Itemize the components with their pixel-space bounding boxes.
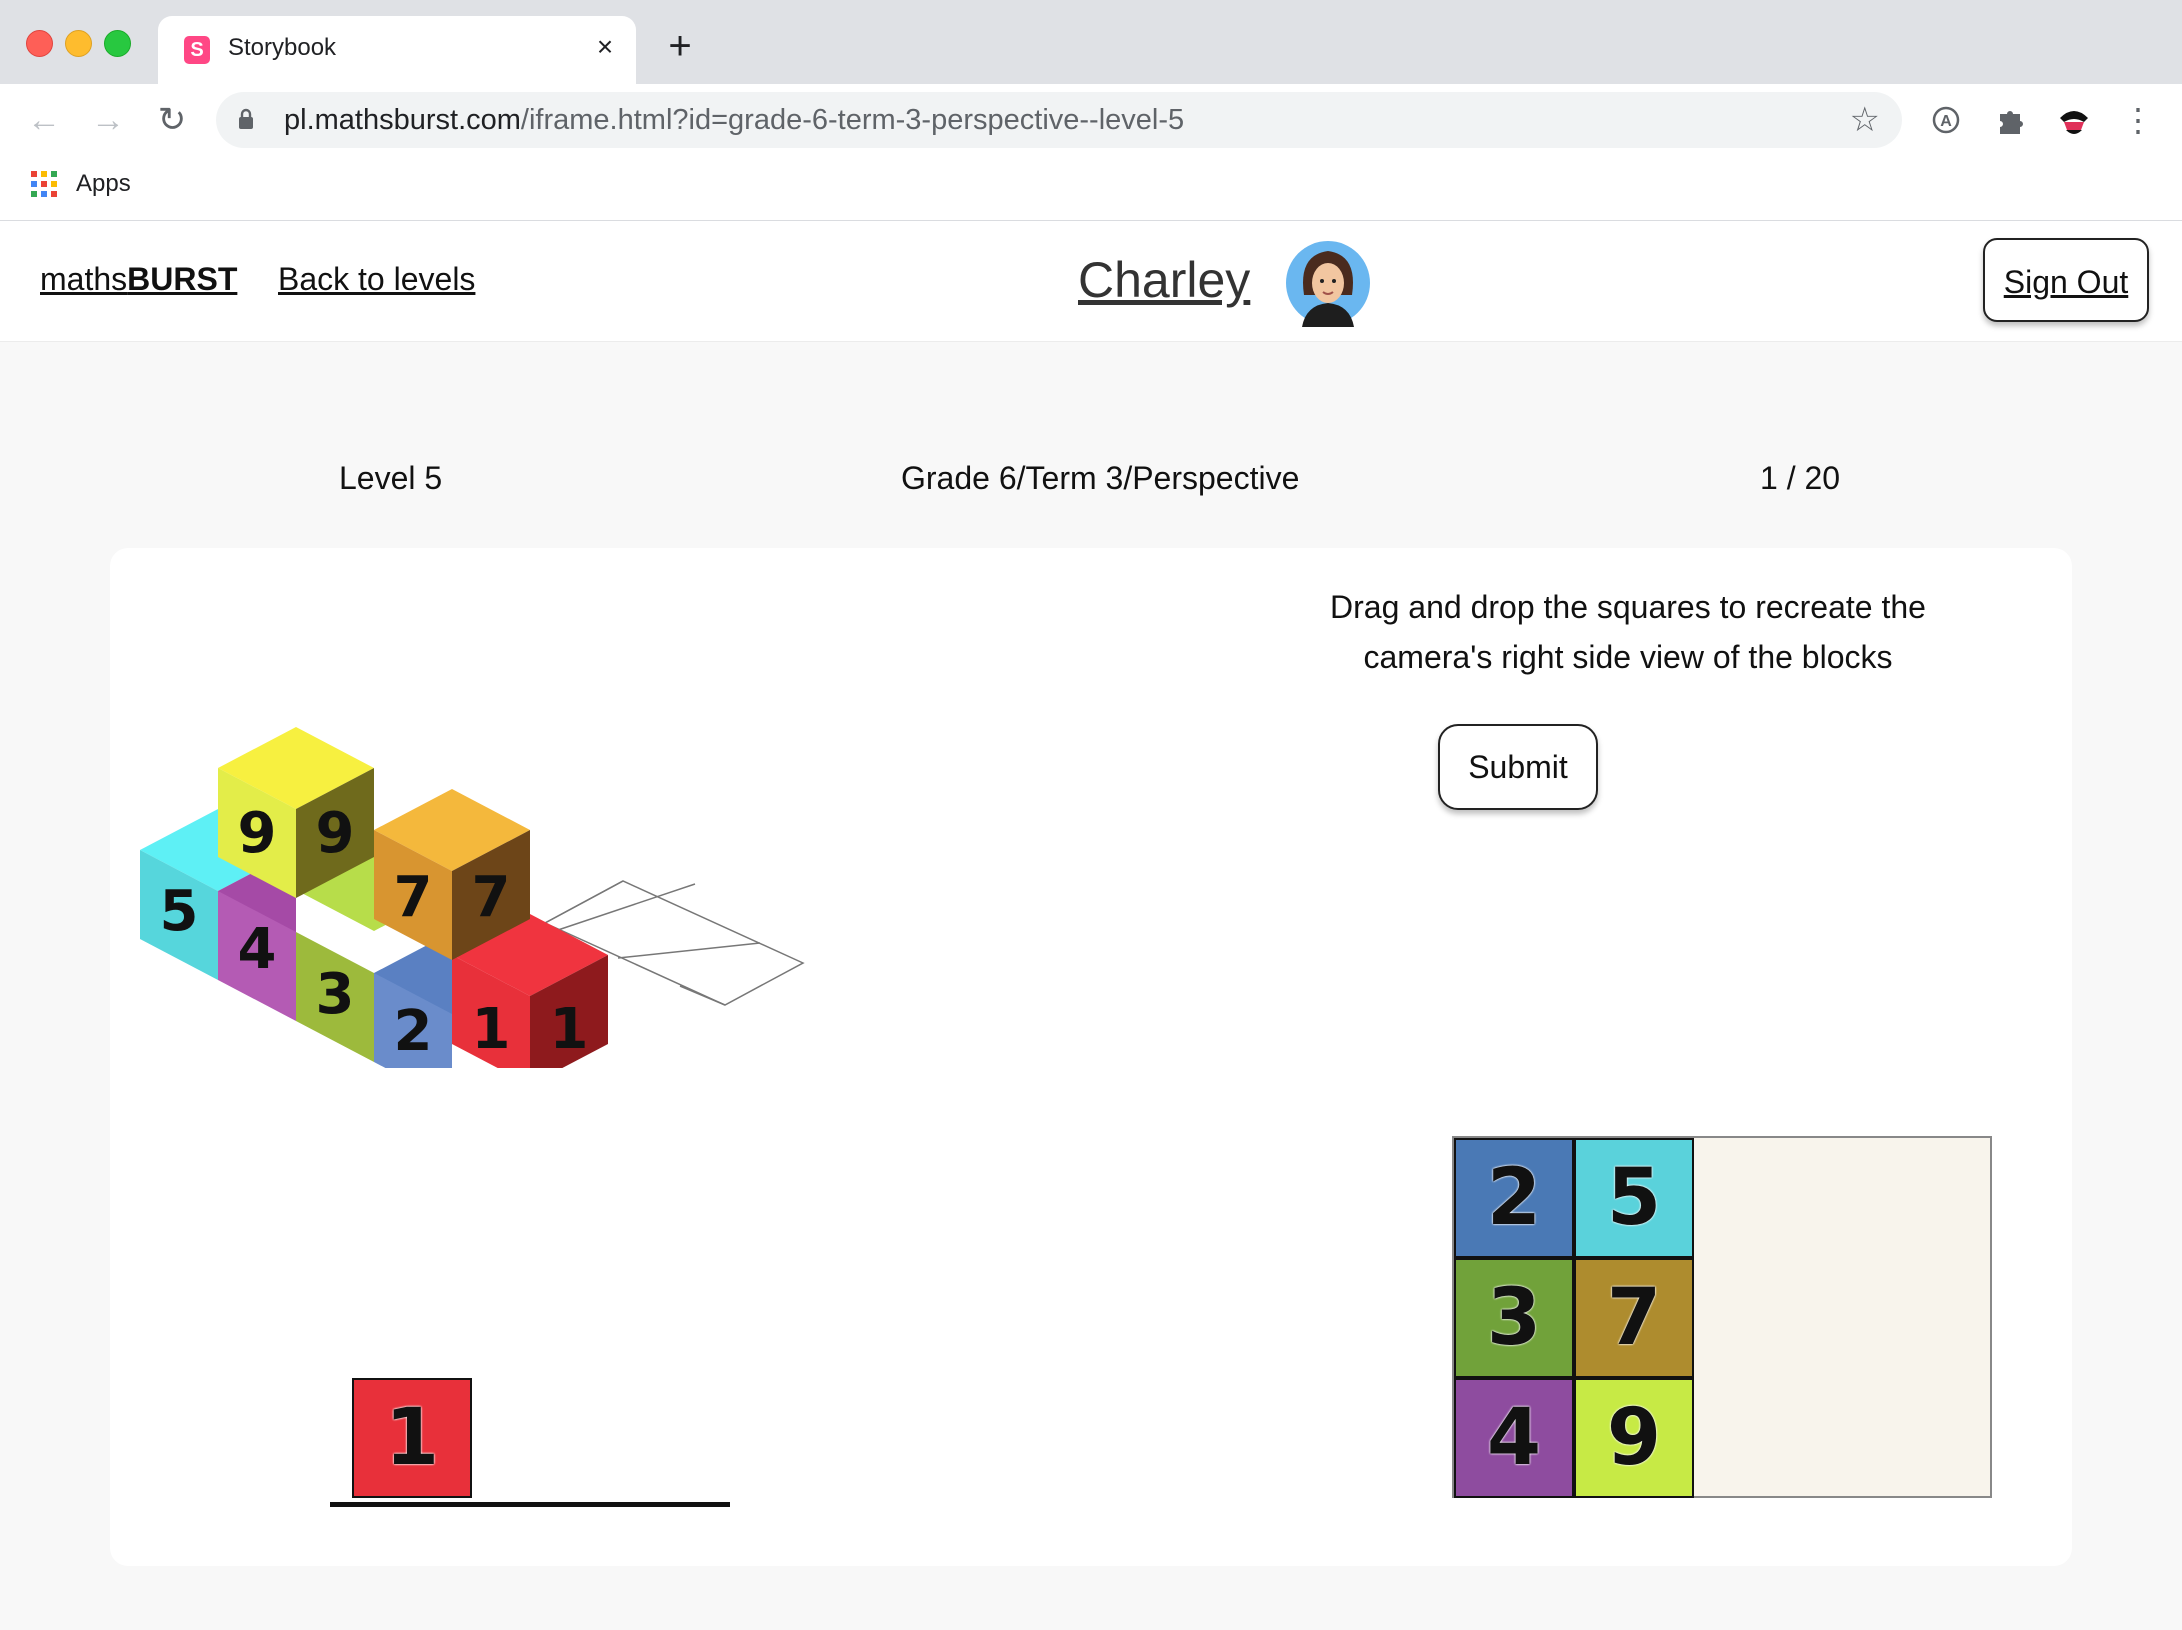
profile-avatar-icon[interactable] bbox=[2052, 98, 2096, 142]
back-arrow-icon[interactable]: ← bbox=[24, 100, 64, 140]
question-progress: 1 / 20 bbox=[1760, 460, 1841, 496]
storybook-favicon-icon: S bbox=[184, 36, 210, 64]
tile-palette[interactable]: 2 5 3 7 4 9 bbox=[1452, 1136, 1992, 1498]
bookmark-star-icon[interactable]: ☆ bbox=[1850, 100, 1880, 140]
bookmark-apps-label[interactable]: Apps bbox=[76, 170, 131, 198]
url-text: pl.mathsburst.com/iframe.html?id=grade-6… bbox=[284, 104, 1185, 136]
browser-menu-kebab-icon[interactable]: ⋮ bbox=[2118, 100, 2158, 140]
palette-tile-2[interactable]: 2 bbox=[1454, 1138, 1574, 1258]
drop-baseline bbox=[330, 1502, 730, 1507]
palette-tile-5[interactable]: 5 bbox=[1574, 1138, 1694, 1258]
user-avatar[interactable] bbox=[1284, 235, 1372, 327]
answer-drop-zone[interactable]: 1 bbox=[330, 1378, 730, 1528]
maximize-window-button[interactable] bbox=[104, 30, 131, 57]
svg-text:A: A bbox=[1940, 113, 1952, 130]
level-path: Grade 6/Term 3/Perspective bbox=[901, 460, 1300, 496]
palette-tile-7[interactable]: 7 bbox=[1574, 1258, 1694, 1378]
cube-1-side-label: 1 bbox=[550, 997, 589, 1062]
cube-7-side-label: 7 bbox=[472, 865, 511, 930]
cube-2-label: 2 bbox=[394, 999, 433, 1064]
tab-close-icon[interactable]: × bbox=[590, 32, 620, 62]
address-bar[interactable]: pl.mathsburst.com/iframe.html?id=grade-6… bbox=[216, 92, 1902, 148]
palette-tile-9[interactable]: 9 bbox=[1574, 1378, 1694, 1498]
lock-icon bbox=[239, 108, 253, 129]
browser-tab[interactable]: S Storybook × bbox=[158, 16, 636, 84]
isometric-blocks-figure: 5 4 3 2 1 1 9 9 7 7 bbox=[140, 727, 805, 1068]
cube-4-label: 4 bbox=[238, 917, 277, 982]
cube-7-label: 7 bbox=[394, 865, 433, 930]
cube-5-label: 5 bbox=[160, 879, 199, 944]
sign-out-button[interactable]: Sign Out bbox=[1983, 238, 2149, 322]
new-tab-plus-icon[interactable]: + bbox=[662, 26, 698, 66]
extensions-puzzle-icon[interactable] bbox=[1990, 100, 2030, 140]
reload-icon[interactable]: ↻ bbox=[152, 100, 192, 140]
palette-tile-3[interactable]: 3 bbox=[1454, 1258, 1574, 1378]
question-card: Drag and drop the squares to recreate th… bbox=[110, 548, 2072, 1566]
minimize-window-button[interactable] bbox=[65, 30, 92, 57]
browser-toolbar: ← → ↻ pl.mathsburst.com/iframe.html?id=g… bbox=[0, 84, 2182, 156]
cube-3-label: 3 bbox=[316, 962, 355, 1027]
extension-a-icon[interactable]: A bbox=[1926, 100, 1966, 140]
level-label: Level 5 bbox=[339, 460, 443, 496]
brand-logo-link[interactable]: mathsBURST bbox=[40, 261, 237, 298]
app-header: mathsBURST Back to levels Charley Sign O… bbox=[0, 221, 2182, 342]
bookmarks-bar: Apps bbox=[0, 156, 2182, 221]
close-window-button[interactable] bbox=[26, 30, 53, 57]
instructions: Drag and drop the squares to recreate th… bbox=[1330, 589, 1926, 675]
username-link[interactable]: Charley bbox=[1078, 251, 1250, 309]
cube-9-side-label: 9 bbox=[316, 801, 355, 866]
apps-grid-icon[interactable] bbox=[30, 170, 58, 198]
cube-9-label: 9 bbox=[238, 801, 277, 866]
back-to-levels-link[interactable]: Back to levels bbox=[278, 261, 475, 298]
submit-button[interactable]: Submit bbox=[1438, 724, 1598, 810]
tab-title: Storybook bbox=[228, 34, 337, 61]
placed-tile-1[interactable]: 1 bbox=[352, 1378, 472, 1498]
forward-arrow-icon[interactable]: → bbox=[88, 100, 128, 140]
cube-1-label: 1 bbox=[472, 997, 511, 1062]
browser-titlebar: S Storybook × + bbox=[0, 0, 2182, 84]
palette-tile-4[interactable]: 4 bbox=[1454, 1378, 1574, 1498]
